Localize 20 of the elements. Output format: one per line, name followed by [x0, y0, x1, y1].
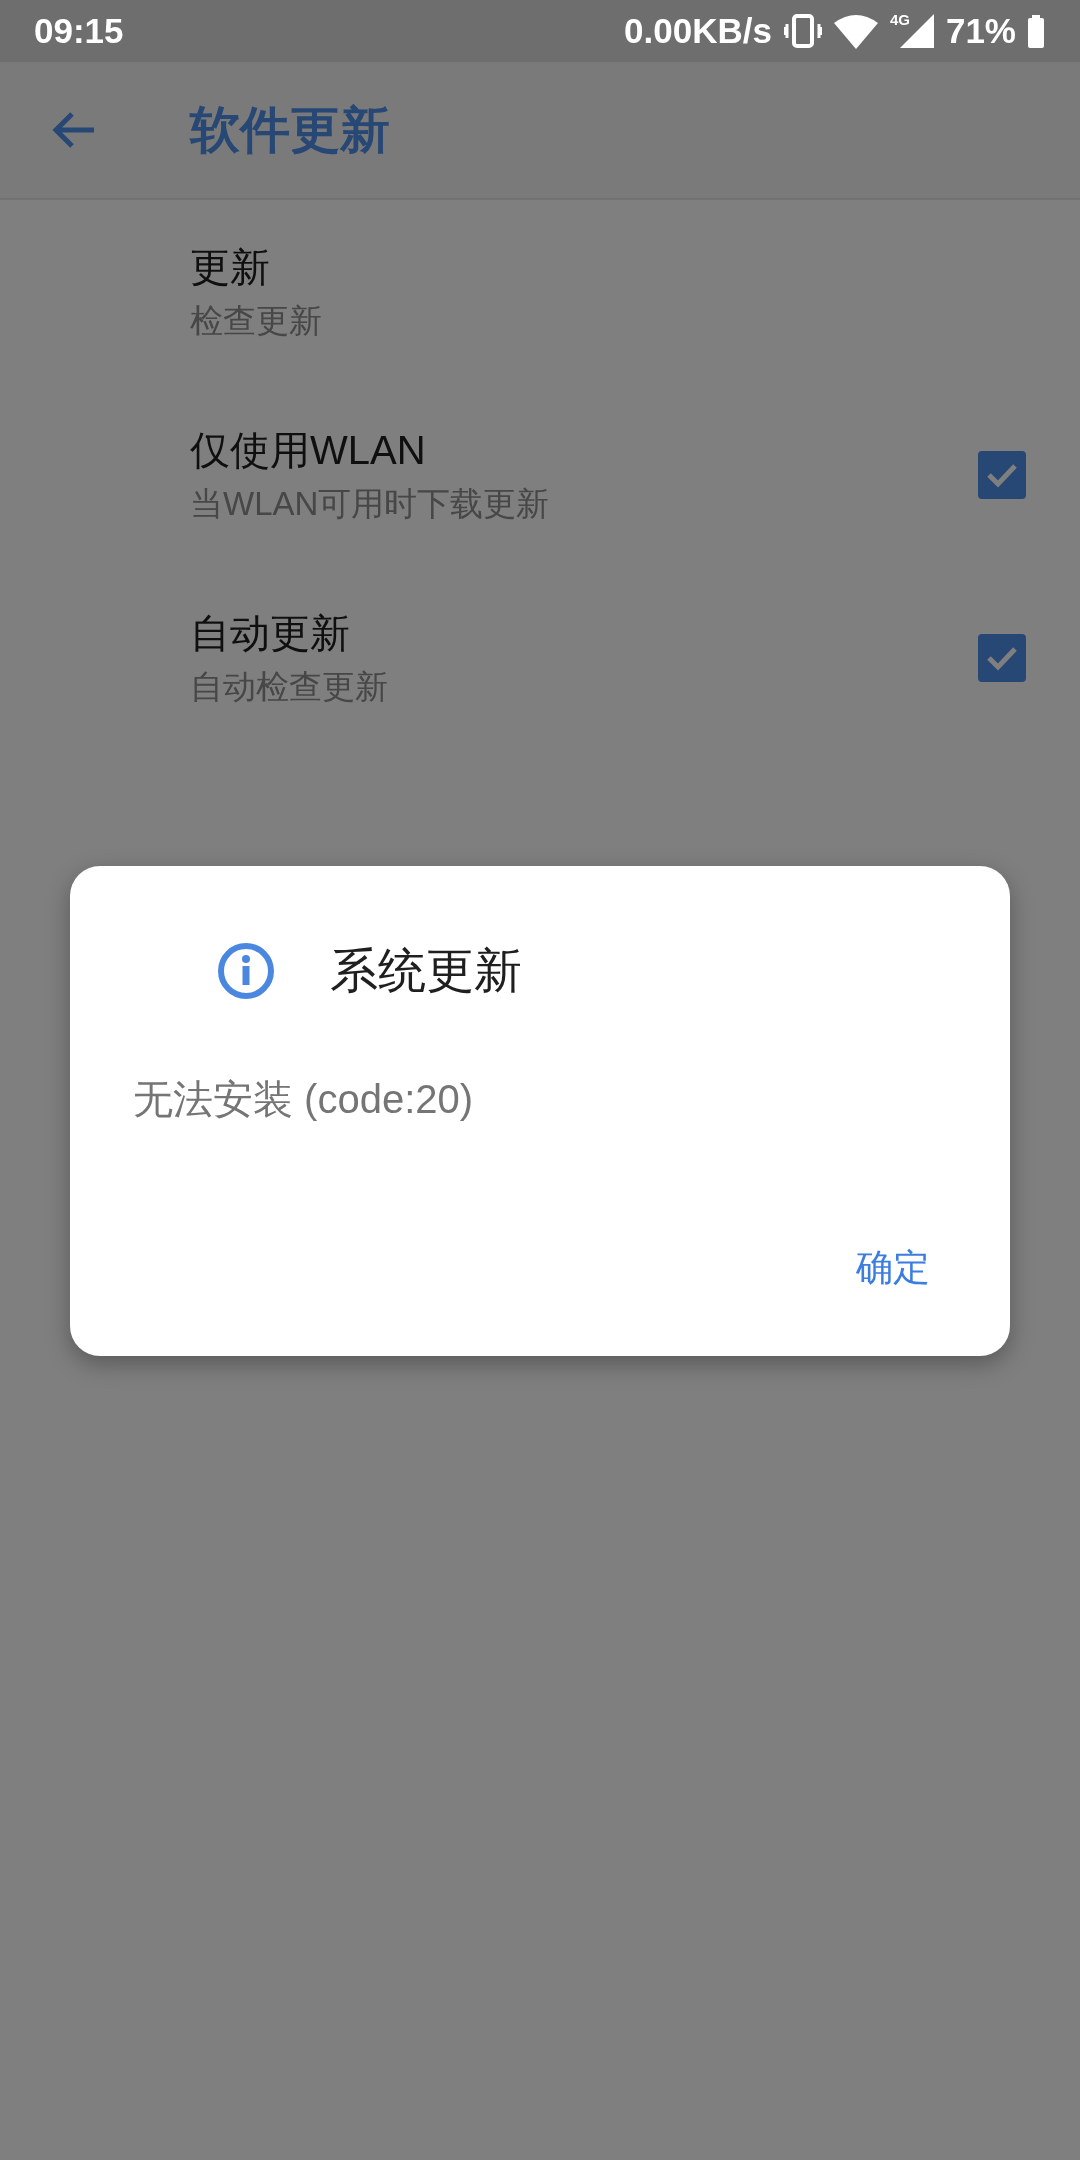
setting-title: 自动更新 [190, 609, 351, 657]
battery-icon [1028, 14, 1044, 48]
ok-button[interactable]: 确定 [840, 1227, 946, 1309]
screen-title: 软件更新 [190, 100, 390, 160]
setting-title: 仅使用WLAN [190, 426, 427, 474]
network-type: 4G [889, 10, 910, 28]
setting-summary: 当WLAN可用时下载更新 [190, 483, 551, 524]
vibrate-icon [783, 12, 822, 50]
dialog-title: 系统更新 [330, 943, 522, 999]
setting-title: 更新 [190, 243, 271, 291]
clock: 09:15 [34, 11, 124, 51]
info-icon [217, 942, 275, 1000]
wifi-icon [833, 13, 878, 49]
checkbox[interactable] [978, 633, 1026, 682]
setting-summary: 自动检查更新 [190, 666, 389, 707]
dialog-message: 无法安装 (code:20) [133, 1076, 475, 1123]
checkbox[interactable] [978, 450, 1026, 499]
network-speed: 0.00KB/s [624, 11, 772, 51]
setting-summary: 检查更新 [190, 300, 323, 341]
battery-level: 71% [945, 11, 1016, 51]
